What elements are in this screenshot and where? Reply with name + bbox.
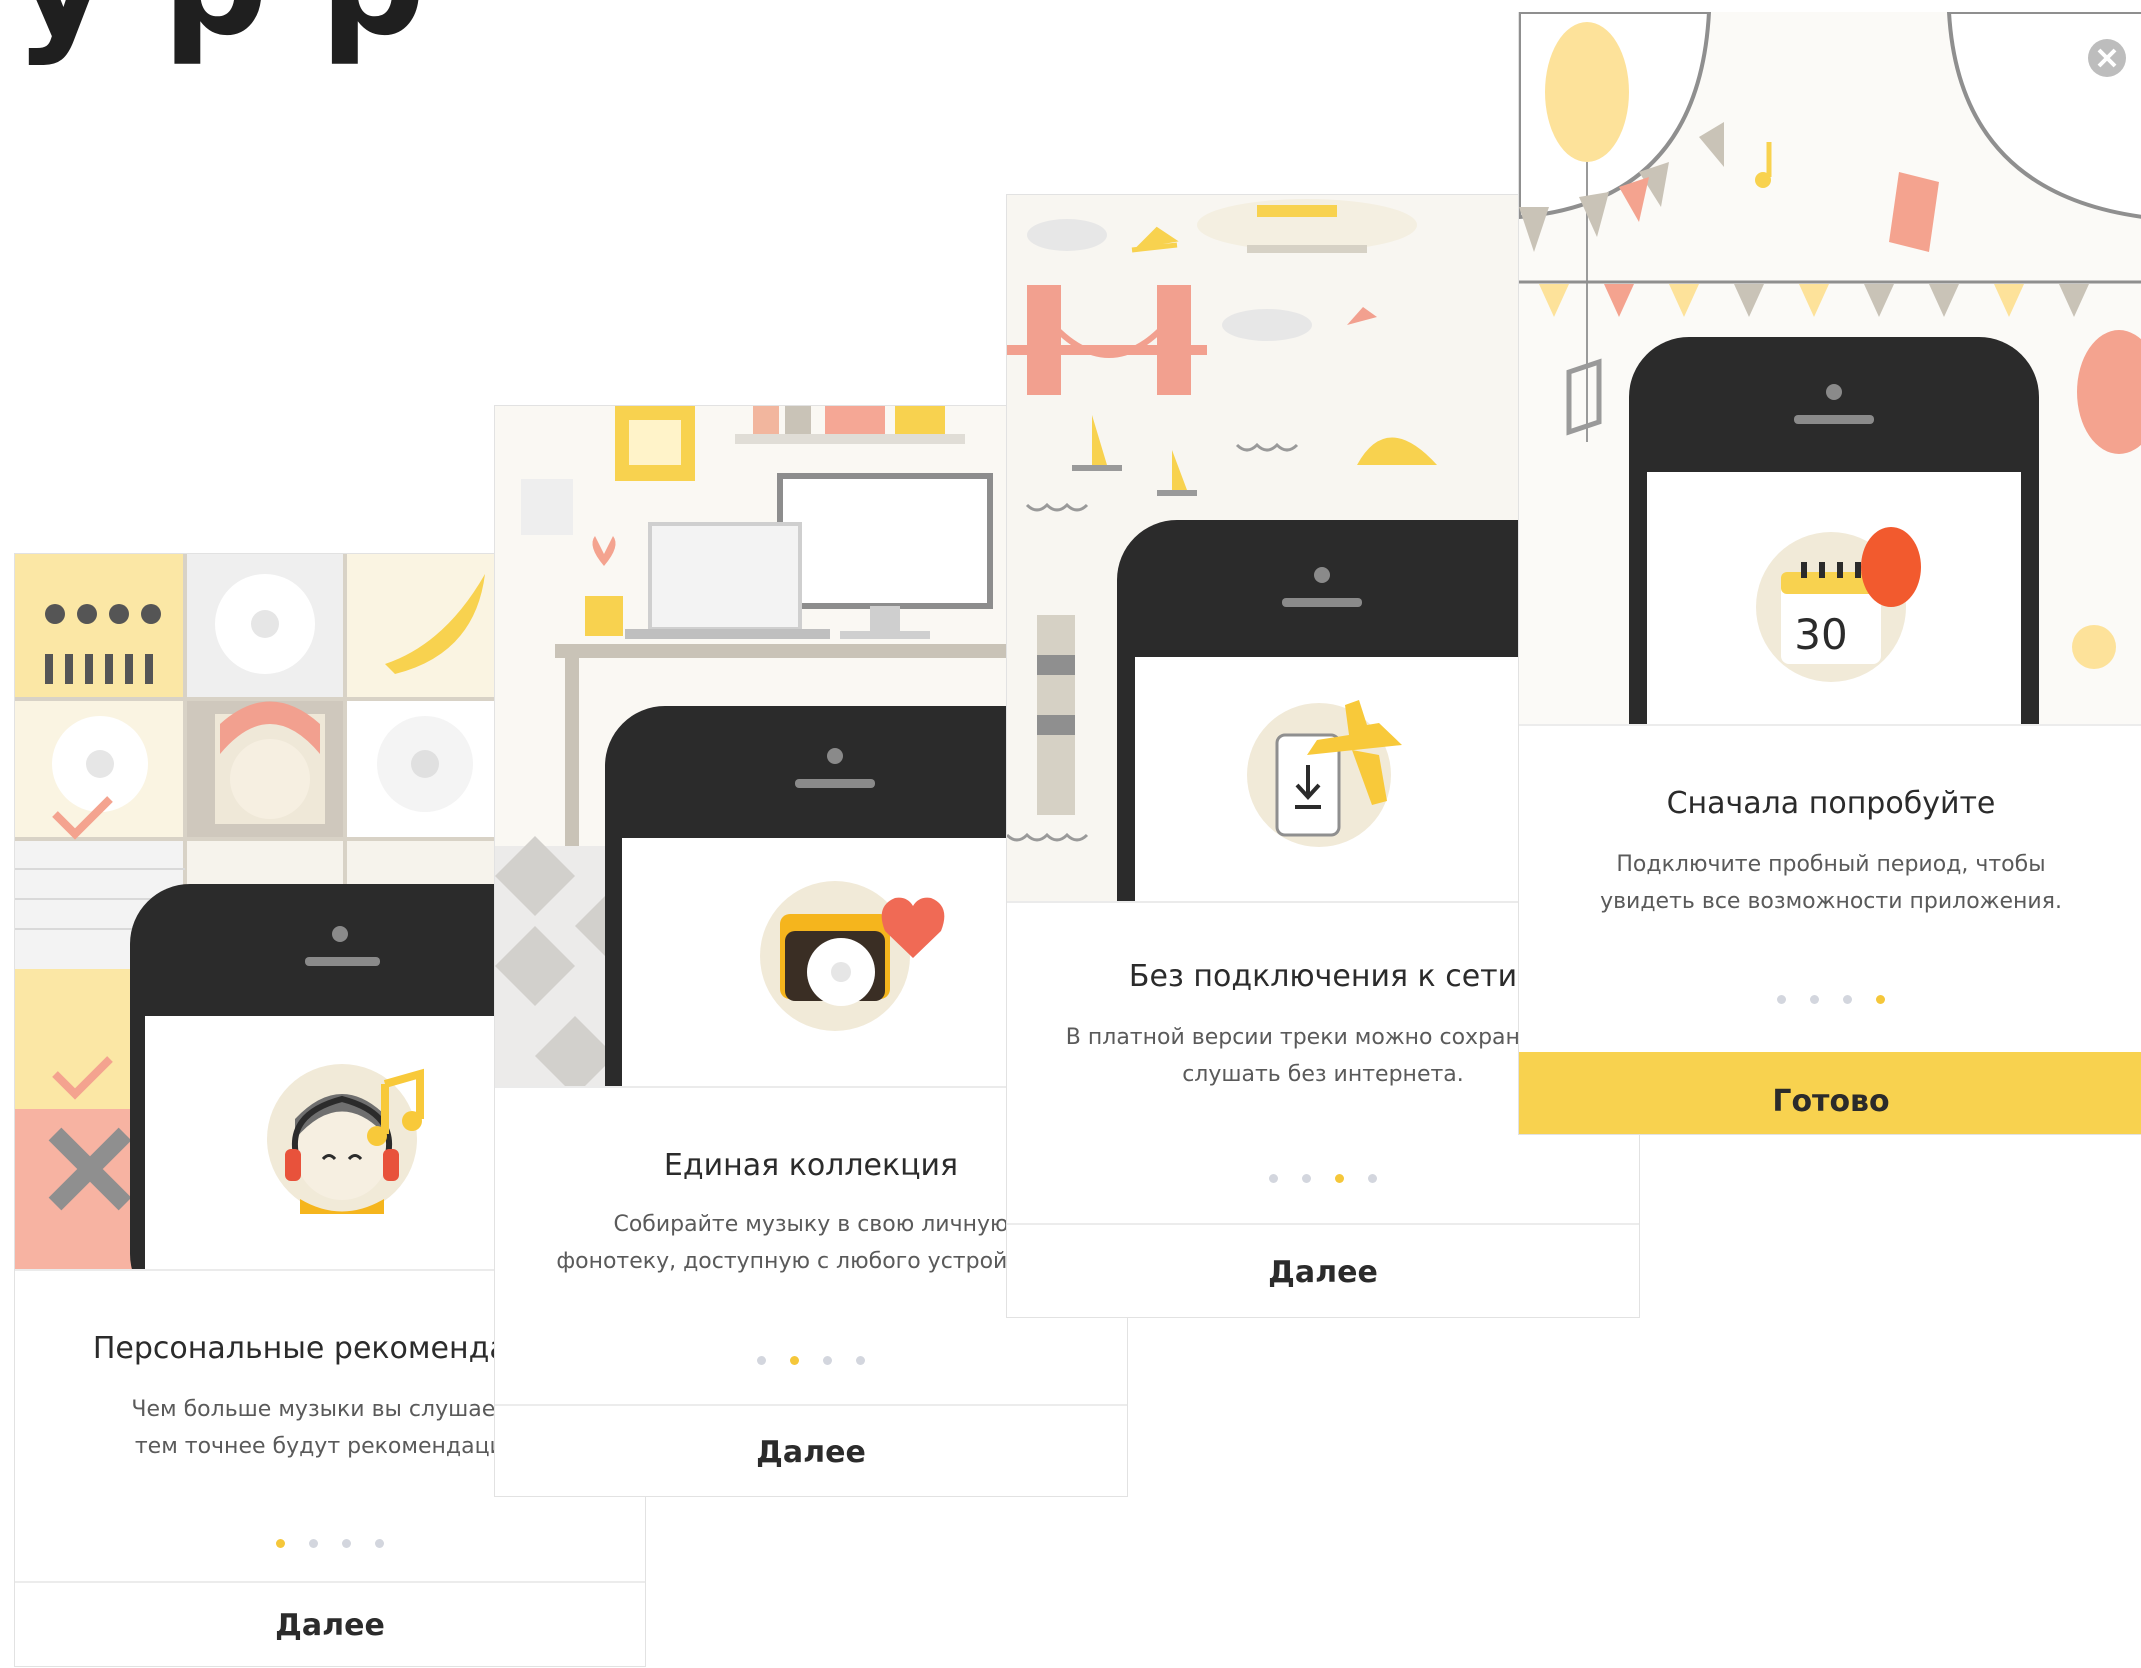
page-dot-2: [790, 1356, 799, 1365]
page-dot-4: [375, 1539, 384, 1548]
trial-illustration: 30: [1519, 12, 2141, 724]
page-dot-3: [1335, 1174, 1344, 1183]
card-description-line: Подключите пробный период, чтобы: [1616, 852, 2046, 877]
page-dot-2: [309, 1539, 318, 1548]
partial-heading: у р р: [14, 0, 425, 56]
onboarding-showcase: у р р: [0, 0, 2141, 1668]
page-dot-1: [276, 1539, 285, 1548]
close-icon[interactable]: [2085, 36, 2129, 80]
next-button[interactable]: Далее: [15, 1581, 645, 1666]
page-dot-1: [757, 1356, 766, 1365]
page-dot-4: [1368, 1174, 1377, 1183]
calendar-day-label: 30: [1794, 610, 1847, 659]
page-dot-3: [823, 1356, 832, 1365]
done-button[interactable]: Готово: [1519, 1052, 2141, 1134]
page-dot-2: [1302, 1174, 1311, 1183]
card-title: Сначала попробуйте: [1666, 786, 1996, 821]
onboarding-card-trial: 30 Сначала попробуйте Подключите пробный…: [1518, 12, 2141, 1135]
page-indicator: [15, 1533, 645, 1548]
card-description-line: увидеть все возможности приложения.: [1600, 889, 2062, 914]
card-description: Подключите пробный период, чтобы увидеть…: [1519, 846, 2141, 920]
page-dot-1: [1777, 995, 1786, 1004]
next-button[interactable]: Далее: [1007, 1223, 1639, 1317]
next-button[interactable]: Далее: [495, 1404, 1127, 1496]
page-dot-4: [856, 1356, 865, 1365]
card-content: Сначала попробуйте Подключите пробный пе…: [1519, 724, 2141, 1134]
page-dot-3: [342, 1539, 351, 1548]
page-dot-3: [1843, 995, 1852, 1004]
page-dot-1: [1269, 1174, 1278, 1183]
page-dot-4: [1876, 995, 1885, 1004]
page-dot-2: [1810, 995, 1819, 1004]
page-indicator: [1007, 1168, 1639, 1183]
page-indicator: [1519, 989, 2141, 1004]
page-indicator: [495, 1350, 1127, 1365]
